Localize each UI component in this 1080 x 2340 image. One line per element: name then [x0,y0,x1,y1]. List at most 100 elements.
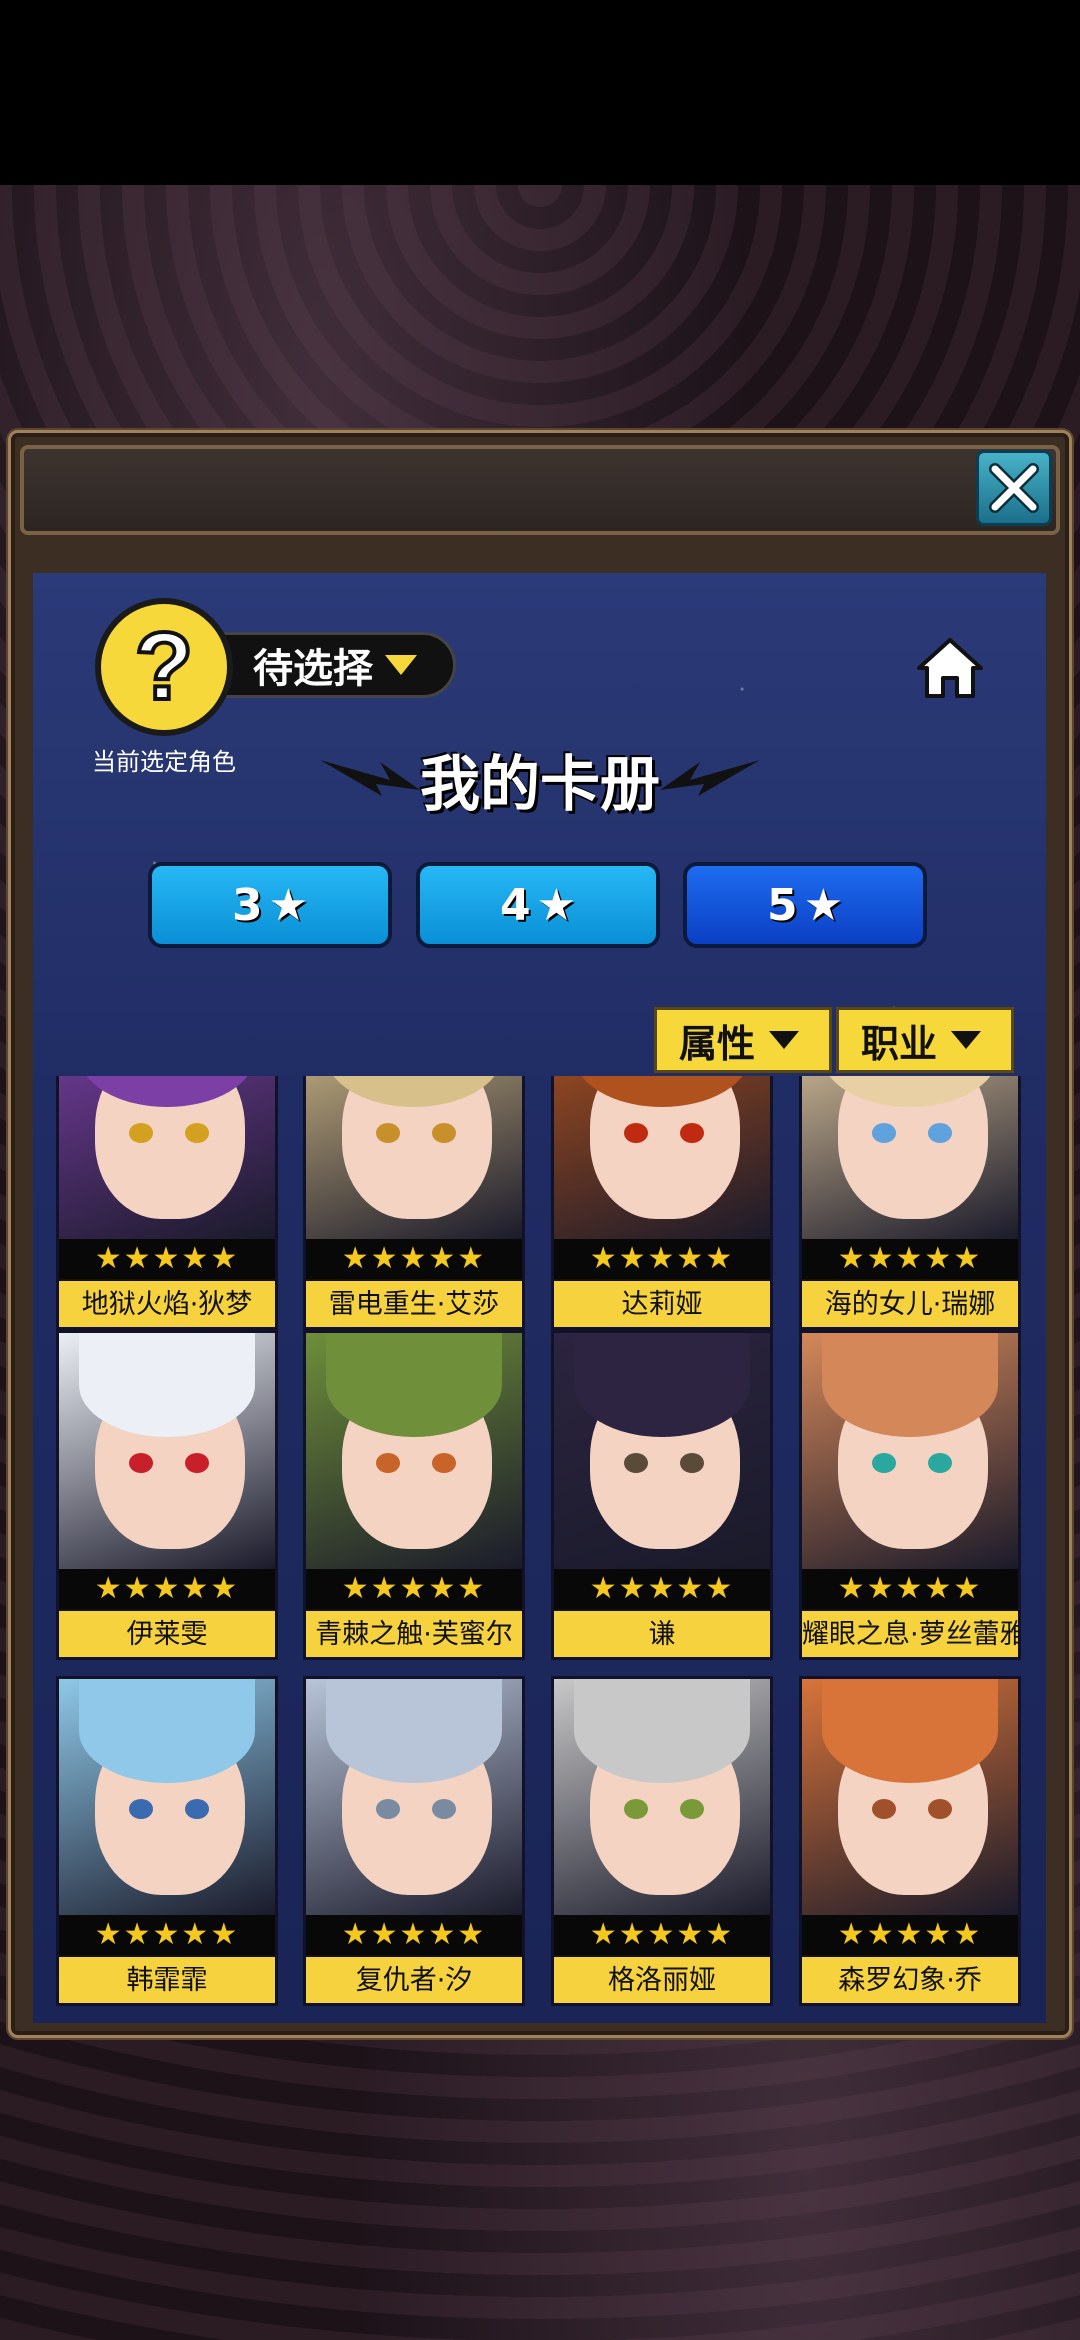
portrait-eye [928,1799,952,1819]
class-filter-label: 职业 [861,1021,938,1066]
portrait-hair [574,1333,750,1437]
card-star-rating: ★★★★★ [59,1239,275,1279]
home-button[interactable] [915,636,985,700]
star-icon: ★ [268,879,309,931]
card-name: 伊莱雯 [59,1609,275,1657]
character-portrait [802,1333,1018,1569]
character-card[interactable]: ★★★★★ 地狱火焰·狄梦 [56,1076,278,1330]
portrait-eye [129,1799,153,1819]
portrait-eye [872,1799,896,1819]
top-letterbox [0,0,1080,185]
character-card[interactable]: ★★★★★ 森罗幻象·乔 [799,1676,1021,2006]
class-filter-dropdown[interactable]: 职业 [836,1007,1014,1073]
portrait-eye [376,1123,400,1143]
character-portrait [306,1076,522,1239]
dropdown-arrow-icon [951,1031,982,1049]
portrait-eye [680,1799,704,1819]
portrait-hair [822,1333,998,1437]
character-portrait [306,1679,522,1915]
portrait-eye [432,1453,456,1473]
character-portrait [59,1679,275,1915]
star-icon: ★ [803,879,844,931]
tab-4-star-label: 4 [499,879,531,931]
character-portrait [554,1679,770,1915]
character-card[interactable]: ★★★★★ 伊莱雯 [56,1330,278,1660]
close-icon [989,463,1039,513]
portrait-hair [326,1679,502,1783]
star-icon: ★ [536,879,577,931]
portrait-eye [185,1123,209,1143]
character-selector-dropdown[interactable]: 待选择 [220,632,456,698]
character-card-grid: ★★★★★ 地狱火焰·狄梦 ★★★★★ 雷电重生·艾莎 ★★★★★ 达莉娅 ★★★★★ 海的女… [33,1076,1046,2014]
character-card[interactable]: ★★★★★ 青棘之触·芙蜜尔 [303,1330,525,1660]
character-card[interactable]: ★★★★★ 雷电重生·艾莎 [303,1076,525,1330]
character-card[interactable]: ★★★★★ 达莉娅 [551,1076,773,1330]
portrait-eye [928,1123,952,1143]
character-card[interactable]: ★★★★★ 复仇者·汐 [303,1676,525,2006]
card-name: 复仇者·汐 [306,1955,522,2003]
right-wing-ornament [660,760,760,796]
close-button[interactable] [976,450,1052,526]
dropdown-arrow-icon [385,655,417,675]
portrait-eye [624,1453,648,1473]
character-card[interactable]: ★★★★★ 谦 [551,1330,773,1660]
card-star-rating: ★★★★★ [306,1915,522,1955]
portrait-eye [872,1453,896,1473]
portrait-eye [624,1799,648,1819]
portrait-eye [624,1123,648,1143]
card-star-rating: ★★★★★ [554,1915,770,1955]
card-star-rating: ★★★★★ [554,1239,770,1279]
title-bar [20,445,1060,535]
card-star-rating: ★★★★★ [306,1239,522,1279]
attribute-filter-label: 属性 [679,1021,756,1066]
card-name: 耀眼之息·萝丝蕾雅 [802,1609,1018,1657]
character-card[interactable]: ★★★★★ 韩霏霏 [56,1676,278,2006]
card-name: 海的女儿·瑞娜 [802,1279,1018,1327]
home-icon [917,638,983,698]
character-portrait [802,1679,1018,1915]
portrait-eye [376,1799,400,1819]
tab-3-star[interactable]: 3 ★ [148,862,392,948]
character-portrait [306,1333,522,1569]
card-name: 雷电重生·艾莎 [306,1279,522,1327]
portrait-eye [185,1453,209,1473]
avatar-caption: 当前选定角色 [92,748,236,776]
card-star-rating: ★★★★★ [59,1569,275,1609]
page-title-block: 我的卡册 [320,736,760,826]
question-icon: ? [133,611,196,722]
character-card[interactable]: ★★★★★ 海的女儿·瑞娜 [799,1076,1021,1330]
character-portrait [802,1076,1018,1239]
portrait-eye [680,1123,704,1143]
card-star-rating: ★★★★★ [59,1915,275,1955]
tab-4-star[interactable]: 4 ★ [416,862,660,948]
portrait-eye [185,1799,209,1819]
card-name: 青棘之触·芙蜜尔 [306,1609,522,1657]
portrait-eye [129,1123,153,1143]
selector-label: 待选择 [253,646,373,692]
portrait-eye [680,1453,704,1473]
attribute-filter-dropdown[interactable]: 属性 [654,1007,832,1073]
tab-5-star-label: 5 [766,879,798,931]
card-name: 森罗幻象·乔 [802,1955,1018,2003]
portrait-eye [432,1799,456,1819]
character-card[interactable]: ★★★★★ 耀眼之息·萝丝蕾雅 [799,1330,1021,1660]
tab-5-star[interactable]: 5 ★ [683,862,927,948]
tab-3-star-label: 3 [231,879,263,931]
portrait-eye [376,1453,400,1473]
card-name: 韩霏霏 [59,1955,275,2003]
card-star-rating: ★★★★★ [802,1569,1018,1609]
card-name: 格洛丽娅 [554,1955,770,2003]
current-character-avatar[interactable]: ? [95,598,233,736]
portrait-hair [79,1679,255,1783]
card-name: 地狱火焰·狄梦 [59,1279,275,1327]
character-portrait [59,1333,275,1569]
portrait-hair [79,1333,255,1437]
portrait-eye [872,1123,896,1143]
card-star-rating: ★★★★★ [802,1915,1018,1955]
portrait-eye [129,1453,153,1473]
portrait-hair [574,1679,750,1783]
character-card[interactable]: ★★★★★ 格洛丽娅 [551,1676,773,2006]
portrait-eye [928,1453,952,1473]
character-portrait [554,1333,770,1569]
portrait-hair [822,1679,998,1783]
